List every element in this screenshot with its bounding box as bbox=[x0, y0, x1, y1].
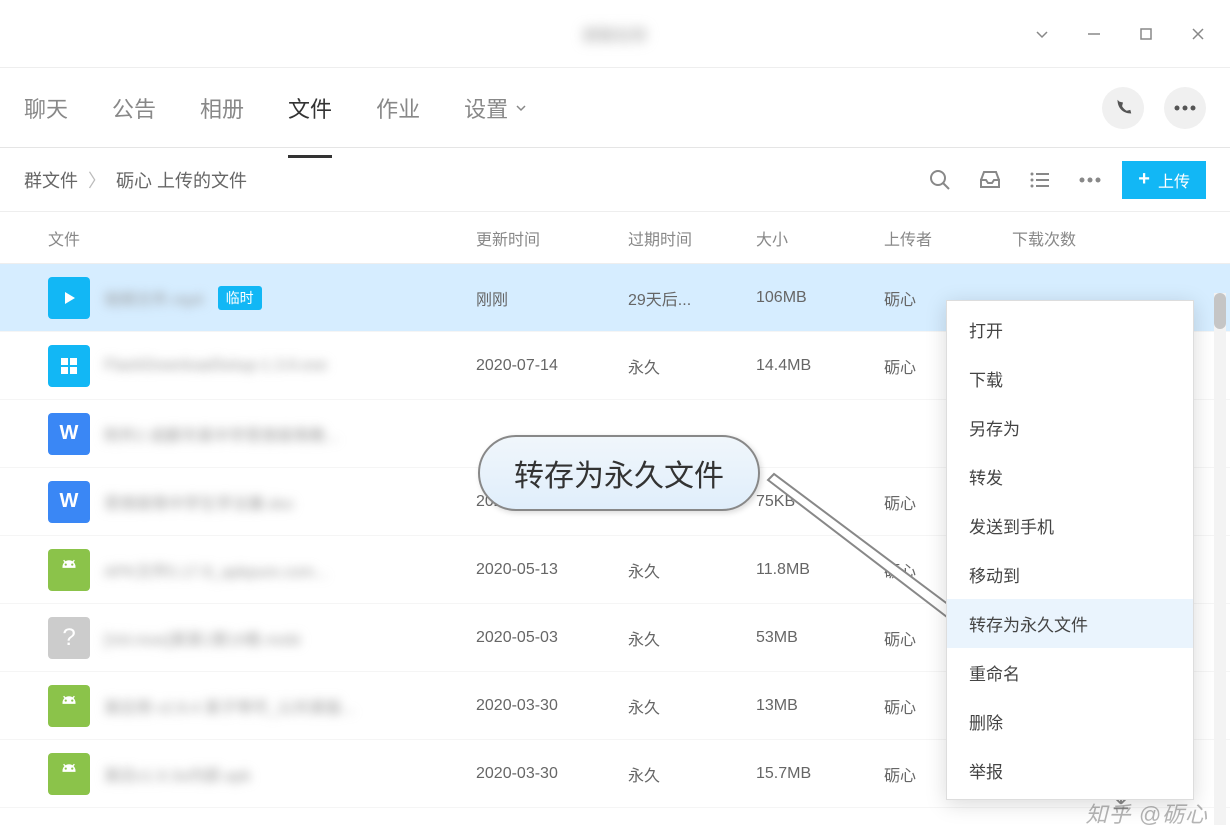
file-name: 附件2 成都市某中学思想高等教... bbox=[104, 422, 339, 446]
tab-settings[interactable]: 设置 bbox=[464, 82, 528, 134]
cell-size: 13MB bbox=[756, 697, 884, 715]
file-name: APK文件5.17.8_apkpure.com... bbox=[104, 558, 327, 582]
cell-size: 106MB bbox=[756, 289, 884, 307]
cell-update: 2020-05-03 bbox=[476, 629, 628, 647]
cell-expire: 永久 bbox=[628, 694, 756, 718]
search-icon[interactable] bbox=[922, 162, 958, 198]
tab-settings-label: 设置 bbox=[464, 92, 508, 124]
menu-item-forward[interactable]: 转发 bbox=[947, 452, 1193, 501]
window-controls bbox=[1030, 22, 1210, 46]
list-icon[interactable] bbox=[1022, 162, 1058, 198]
col-expire[interactable]: 过期时间 bbox=[628, 226, 756, 250]
col-uploader[interactable]: 上传者 bbox=[884, 226, 1012, 250]
win-icon bbox=[48, 345, 90, 387]
unknown-icon: ? bbox=[48, 617, 90, 659]
col-size[interactable]: 大小 bbox=[756, 226, 884, 250]
inbox-icon[interactable] bbox=[972, 162, 1008, 198]
callout: 转存为永久文件 bbox=[478, 435, 760, 511]
menu-item-moveto[interactable]: 移动到 bbox=[947, 550, 1193, 599]
call-icon[interactable] bbox=[1102, 87, 1144, 129]
menu-item-sendphone[interactable]: 发送到手机 bbox=[947, 501, 1193, 550]
minimize-icon[interactable] bbox=[1082, 22, 1106, 46]
menu-item-saveas[interactable]: 另存为 bbox=[947, 403, 1193, 452]
more-icon[interactable] bbox=[1164, 87, 1206, 129]
toolbar: 群文件 〉 砺心 上传的文件 + 上传 bbox=[0, 148, 1230, 212]
upload-label: 上传 bbox=[1158, 168, 1190, 192]
dropdown-icon[interactable] bbox=[1030, 22, 1054, 46]
apk-icon bbox=[48, 685, 90, 727]
cell-expire: 永久 bbox=[628, 762, 756, 786]
breadcrumb-root[interactable]: 群文件 bbox=[24, 167, 78, 193]
cell-update: 刚刚 bbox=[476, 286, 628, 310]
file-name: 某应用 v2.8.4 某子带币_公共某版... bbox=[104, 694, 355, 718]
menu-item-download[interactable]: 下载 bbox=[947, 354, 1193, 403]
word-icon: W bbox=[48, 481, 90, 523]
col-update[interactable]: 更新时间 bbox=[476, 226, 628, 250]
menu-item-rename[interactable]: 重命名 bbox=[947, 648, 1193, 697]
video-icon bbox=[48, 277, 90, 319]
breadcrumb-separator: 〉 bbox=[88, 167, 106, 193]
breadcrumb-path: 砺心 上传的文件 bbox=[116, 167, 247, 193]
file-name: FlashDownloadSetup-1.3.6.exe bbox=[104, 357, 327, 375]
plus-icon: + bbox=[1138, 168, 1150, 191]
menu-item-delete[interactable]: 删除 bbox=[947, 697, 1193, 746]
cell-size: 14.4MB bbox=[756, 357, 884, 375]
close-icon[interactable] bbox=[1186, 22, 1210, 46]
tab-album[interactable]: 相册 bbox=[200, 82, 244, 134]
callout-bubble: 转存为永久文件 bbox=[478, 435, 760, 511]
tab-homework[interactable]: 作业 bbox=[376, 82, 420, 134]
tab-announce[interactable]: 公告 bbox=[112, 82, 156, 134]
ellipsis-icon[interactable] bbox=[1072, 162, 1108, 198]
file-name: [Vol.moe]某某1第19卷.mobi bbox=[104, 626, 301, 650]
file-name: 思想高等中学生学法兼.doc bbox=[104, 490, 294, 514]
cell-expire: 永久 bbox=[628, 626, 756, 650]
tab-chat[interactable]: 聊天 bbox=[24, 82, 68, 134]
apk-icon bbox=[48, 753, 90, 795]
tab-files[interactable]: 文件 bbox=[288, 82, 332, 134]
menu-item-report[interactable]: 举报 bbox=[947, 746, 1193, 795]
col-downloads[interactable]: 下载次数 bbox=[1012, 226, 1206, 250]
cell-update: 2020-03-30 bbox=[476, 697, 628, 715]
upload-button[interactable]: + 上传 bbox=[1122, 161, 1206, 199]
title-bar: 群聊名称 bbox=[0, 0, 1230, 68]
cell-expire: 永久 bbox=[628, 354, 756, 378]
table-header: 文件 更新时间 过期时间 大小 上传者 下载次数 bbox=[0, 212, 1230, 264]
word-icon: W bbox=[48, 413, 90, 455]
col-name[interactable]: 文件 bbox=[48, 226, 476, 250]
cell-update: 2020-05-13 bbox=[476, 561, 628, 579]
window-title: 群聊名称 bbox=[583, 22, 647, 46]
cell-update: 2020-07-14 bbox=[476, 357, 628, 375]
file-name: 视频文件.mp4 bbox=[104, 286, 204, 310]
chevron-down-icon bbox=[514, 101, 528, 115]
apk-icon bbox=[48, 549, 90, 591]
breadcrumb: 群文件 〉 砺心 上传的文件 bbox=[24, 167, 247, 193]
cell-update: 2020-03-30 bbox=[476, 765, 628, 783]
maximize-icon[interactable] bbox=[1134, 22, 1158, 46]
scrollbar-thumb[interactable] bbox=[1214, 293, 1226, 329]
cell-size: 15.7MB bbox=[756, 765, 884, 783]
temp-badge: 临时 bbox=[218, 286, 262, 310]
menu-item-perm[interactable]: 转存为永久文件 bbox=[947, 599, 1193, 648]
tabs-bar: 聊天 公告 相册 文件 作业 设置 bbox=[0, 68, 1230, 148]
menu-item-open[interactable]: 打开 bbox=[947, 305, 1193, 354]
cell-expire: 永久 bbox=[628, 558, 756, 582]
cell-expire: 29天后... bbox=[628, 286, 756, 310]
context-menu: 打开下载另存为转发发送到手机移动到转存为永久文件重命名删除举报 bbox=[946, 300, 1194, 800]
scrollbar-track[interactable] bbox=[1214, 293, 1226, 825]
file-name: 某应v1.9.3o内部.apk bbox=[104, 762, 251, 786]
